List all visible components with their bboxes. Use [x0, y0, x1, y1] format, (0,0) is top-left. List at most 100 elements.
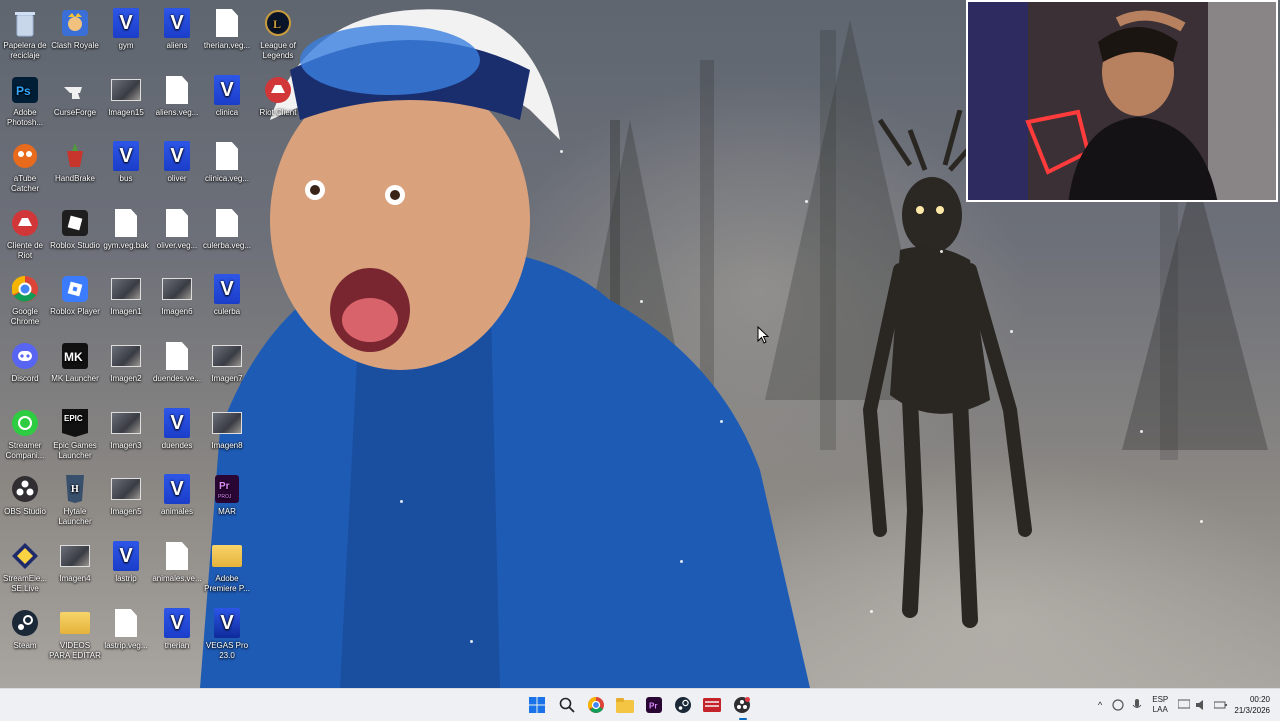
desktop-icon-label: clinica.veg...	[204, 174, 250, 183]
steam-icon	[675, 697, 691, 713]
desktop-icon[interactable]: Imagen8	[202, 404, 252, 468]
desktop-icon[interactable]: L League of Legends	[253, 4, 303, 68]
file-icon	[162, 341, 192, 371]
vegas-project-icon: V	[162, 8, 192, 38]
desktop-icon[interactable]: Steam	[0, 604, 50, 668]
desktop-icon[interactable]: Imagen15	[101, 71, 151, 135]
desktop-icon-label: Google Chrome	[10, 307, 40, 326]
desktop-icon[interactable]: Voliver	[152, 137, 202, 201]
desktop-icon[interactable]: Ps Adobe Photosh...	[0, 71, 50, 135]
desktop-icon-label: MK Launcher	[51, 374, 99, 383]
desktop-icon[interactable]: Imagen3	[101, 404, 151, 468]
vegas-project-icon: V	[162, 474, 192, 504]
desktop-icon[interactable]: animales.ve...	[152, 537, 202, 601]
desktop-icon[interactable]: Papelera de reciclaje	[0, 4, 50, 68]
desktop-icon[interactable]: Adobe Premiere P...	[202, 537, 252, 601]
desktop-icon[interactable]: EPIC Epic Games Launcher	[50, 404, 100, 468]
desktop-icon[interactable]: Cliente de Riot	[0, 204, 50, 268]
desktop-icon[interactable]: Vlastrip	[101, 537, 151, 601]
file-explorer-taskbar[interactable]	[614, 694, 636, 716]
roblox-studio-icon	[60, 208, 90, 238]
windows-start-icon	[529, 697, 545, 713]
volume-icon[interactable]	[1196, 699, 1208, 711]
battery-icon[interactable]	[1214, 699, 1228, 711]
discord-icon	[10, 341, 40, 371]
desktop-icon[interactable]: Streamer Compani...	[0, 404, 50, 468]
desktop-icon[interactable]: lastrip.veg...	[101, 604, 151, 668]
desktop-icon-label: duendes	[161, 441, 193, 450]
desktop-icon[interactable]: Imagen5	[101, 470, 151, 534]
chrome-taskbar[interactable]	[585, 694, 607, 716]
desktop-icon[interactable]: duendes.ve...	[152, 337, 202, 401]
desktop-icon[interactable]: Valiens	[152, 4, 202, 68]
search-icon	[559, 697, 575, 713]
desktop-icon[interactable]: H Hytale Launcher	[50, 470, 100, 534]
desktop-icon[interactable]: aTube Catcher	[0, 137, 50, 201]
premiere-taskbar[interactable]: Pr	[643, 694, 665, 716]
desktop-icon[interactable]: MK MK Launcher	[50, 337, 100, 401]
file-icon	[162, 208, 192, 238]
desktop-icon-label: duendes.ve...	[152, 374, 202, 383]
desktop-icon-label: aTube Catcher	[10, 174, 39, 193]
desktop-icon[interactable]: Roblox Studio	[50, 204, 100, 268]
desktop-icon[interactable]: Clash Royale	[50, 4, 100, 68]
desktop-icon[interactable]: aliens.veg...	[152, 71, 202, 135]
desktop-icon[interactable]: Imagen4	[50, 537, 100, 601]
desktop-icon[interactable]: Roblox Player	[50, 270, 100, 334]
desktop-icon[interactable]: culerba.veg...	[202, 204, 252, 268]
obs-taskbar[interactable]	[731, 694, 753, 716]
desktop-icon-label: Adobe Premiere P...	[204, 574, 250, 593]
desktop-icon-label: Imagen3	[110, 441, 142, 450]
image-thumbnail-icon	[212, 341, 242, 371]
desktop-icon[interactable]: Imagen7	[202, 337, 252, 401]
desktop-icon-label: VEGAS Pro 23.0	[205, 641, 249, 660]
desktop-icon-label: Clash Royale	[51, 41, 99, 50]
display-icon[interactable]	[1178, 699, 1191, 711]
desktop-icon[interactable]: gym.veg.bak	[101, 204, 151, 268]
desktop-icon[interactable]: CurseForge	[50, 71, 100, 135]
desktop-icon[interactable]: clinica.veg...	[202, 137, 252, 201]
svg-text:L: L	[273, 17, 281, 31]
desktop-icon-label: oliver	[167, 174, 187, 183]
desktop-icon[interactable]: HandBrake	[50, 137, 100, 201]
steam-taskbar[interactable]	[672, 694, 694, 716]
desktop-icon-label: HandBrake	[54, 174, 96, 183]
desktop-icon[interactable]: OBS Studio	[0, 470, 50, 534]
start-button[interactable]	[526, 694, 548, 716]
video-app-taskbar[interactable]	[701, 694, 723, 716]
steam-icon	[10, 608, 40, 638]
desktop-icon[interactable]: Discord	[0, 337, 50, 401]
desktop-icon[interactable]: Vculerba	[202, 270, 252, 334]
desktop-icon[interactable]: Riot Client	[253, 71, 303, 135]
microphone-icon[interactable]	[1132, 699, 1142, 711]
desktop-icon[interactable]: Vbus	[101, 137, 151, 201]
desktop-icon[interactable]: StreamEle... SE.Live	[0, 537, 50, 601]
desktop-icon[interactable]: Imagen2	[101, 337, 151, 401]
desktop-icon[interactable]: Vgym	[101, 4, 151, 68]
chrome-icon	[588, 697, 604, 713]
desktop-icon[interactable]: oliver.veg...	[152, 204, 202, 268]
show-hidden-icons-chevron-icon[interactable]: ^	[1098, 700, 1102, 710]
language-indicator[interactable]: ESP LAA	[1152, 695, 1168, 715]
desktop-icon[interactable]: therian.veg...	[202, 4, 252, 68]
file-icon	[212, 8, 242, 38]
desktop-icon-label: Imagen15	[108, 108, 144, 117]
desktop-icon-label: clinica	[215, 108, 239, 117]
desktop-icon[interactable]: Imagen1	[101, 270, 151, 334]
desktop-icon[interactable]: Vduendes	[152, 404, 202, 468]
desktop-icon[interactable]: Vtherian	[152, 604, 202, 668]
clock[interactable]: 00:20 21/3/2026	[1234, 694, 1270, 716]
desktop-icon[interactable]: V VEGAS Pro 23.0	[202, 604, 252, 668]
desktop-icon[interactable]: Imagen6	[152, 270, 202, 334]
desktop-icon[interactable]: Vclinica	[202, 71, 252, 135]
desktop-icon[interactable]: Vanimales	[152, 470, 202, 534]
desktop-icon[interactable]: VIDEOS PARA EDITAR	[49, 604, 101, 668]
mk-launcher-icon: MK	[60, 341, 90, 371]
image-thumbnail-icon	[60, 541, 90, 571]
network-cloud-icon[interactable]	[1112, 699, 1124, 711]
desktop-icon[interactable]: Google Chrome	[0, 270, 50, 334]
search-button[interactable]	[556, 694, 578, 716]
league-of-legends-icon: L	[263, 8, 293, 38]
desktop-icon[interactable]: Pr PROJ MAR	[202, 470, 252, 534]
desktop-icon-label: Streamer Compani...	[5, 441, 45, 460]
